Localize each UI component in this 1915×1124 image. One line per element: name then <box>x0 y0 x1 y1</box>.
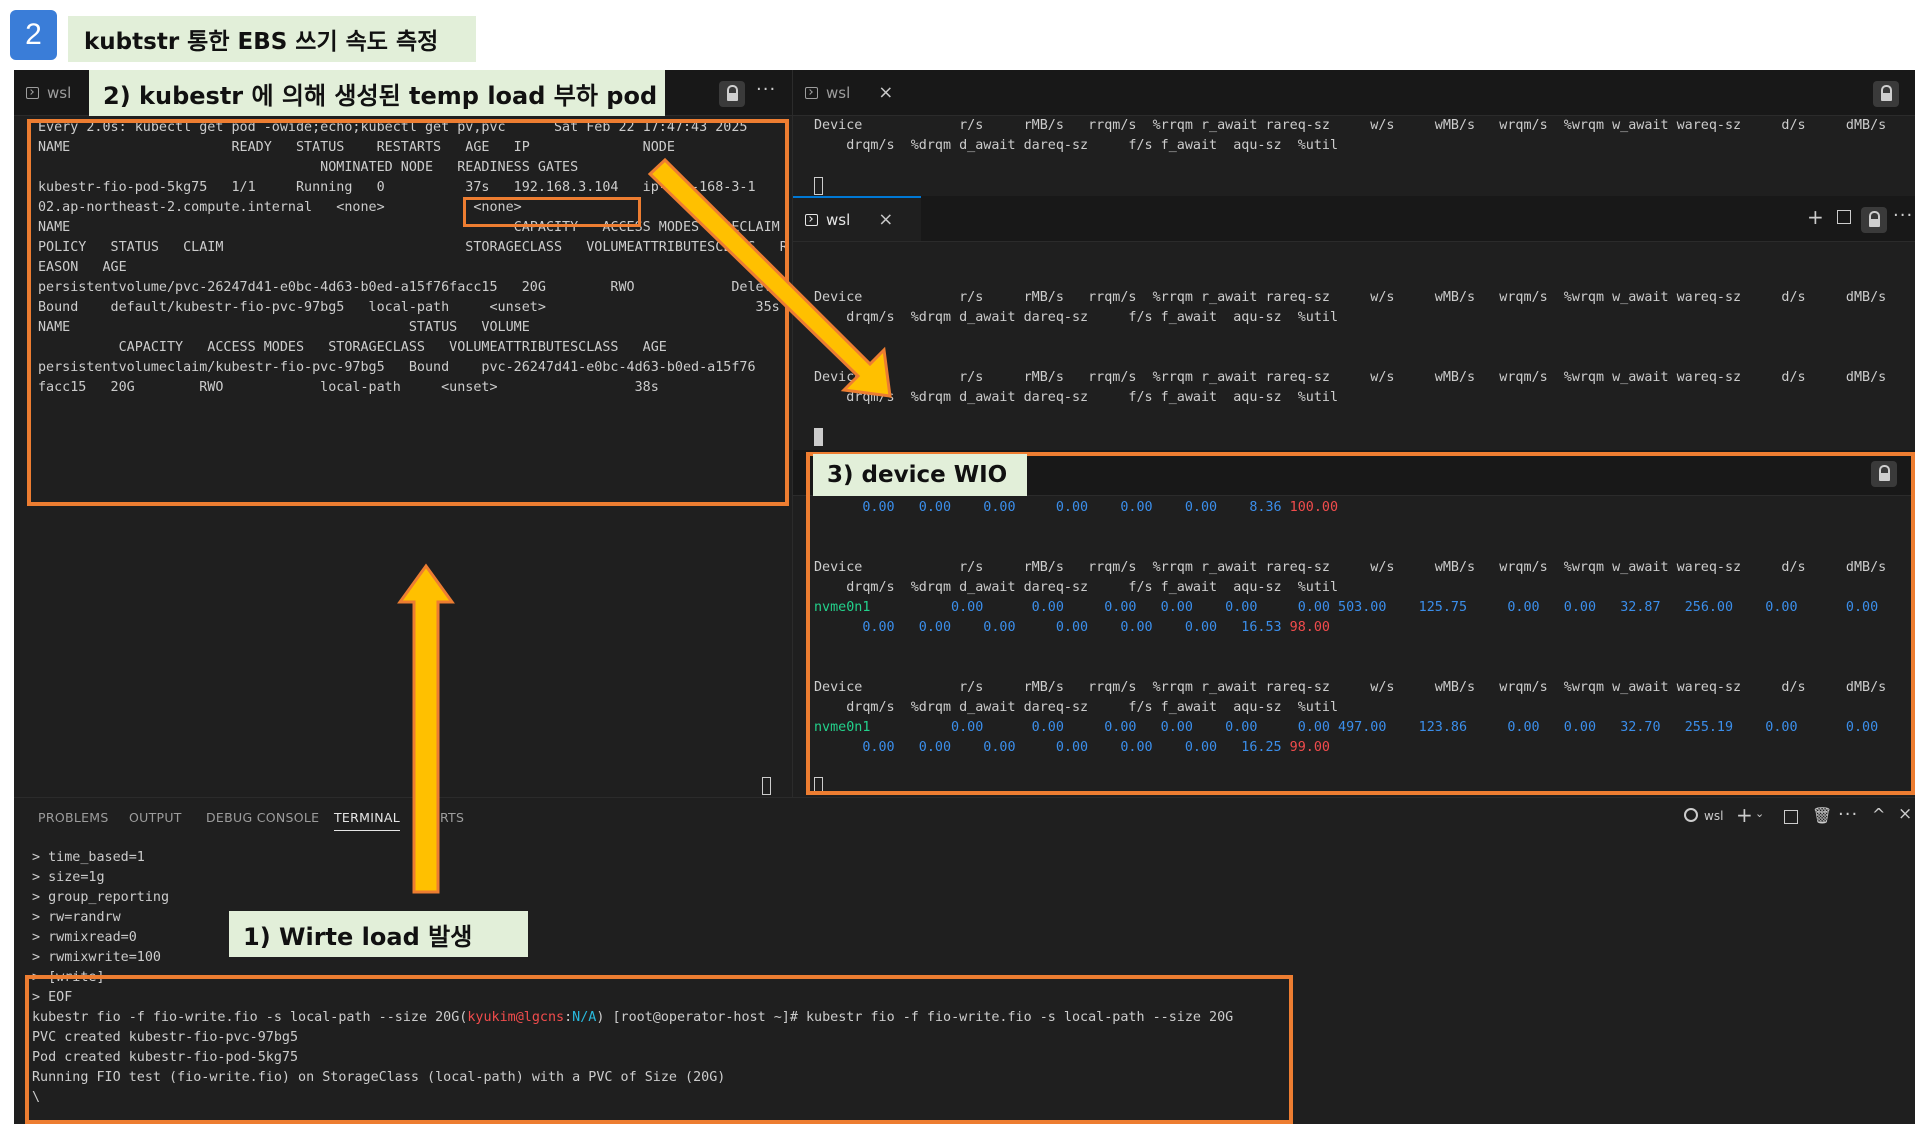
arrow-up <box>397 563 455 894</box>
arrow-diagonal <box>647 157 892 398</box>
annotation-arrows <box>397 157 892 894</box>
